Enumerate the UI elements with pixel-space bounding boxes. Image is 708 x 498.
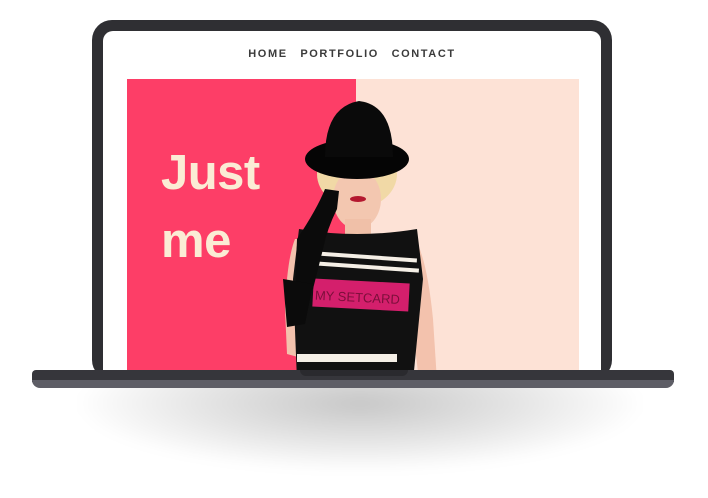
nav-contact-link[interactable]: CONTACT xyxy=(392,48,456,60)
laptop-shadow xyxy=(80,375,640,470)
top-nav: HOME PORTFOLIO CONTACT xyxy=(103,48,601,60)
laptop-base-edge xyxy=(32,380,674,388)
laptop-lid: HOME PORTFOLIO CONTACT Just me MY SETCAR… xyxy=(92,20,612,381)
laptop-notch xyxy=(300,370,408,376)
nav-home-link[interactable]: HOME xyxy=(248,48,287,60)
nav-portfolio-link[interactable]: PORTFOLIO xyxy=(300,48,379,60)
hero-banner: Just me MY SETCARD xyxy=(127,79,579,381)
hero-photo-model: MY SETCARD xyxy=(283,101,437,381)
laptop-screen: HOME PORTFOLIO CONTACT Just me MY SETCAR… xyxy=(103,31,601,381)
